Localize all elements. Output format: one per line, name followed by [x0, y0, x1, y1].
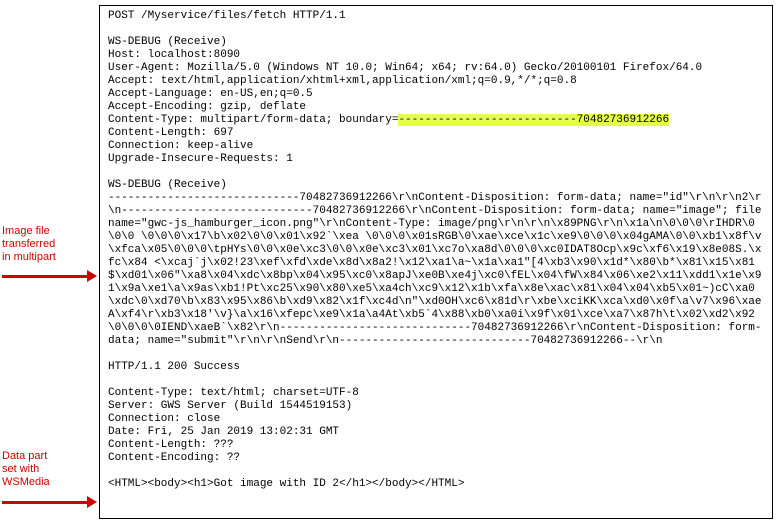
annotation-text: set with — [2, 463, 39, 475]
response-status: HTTP/1.1 200 Success — [108, 361, 240, 373]
debug-header: WS-DEBUG (Receive) — [108, 36, 227, 48]
header-accept: Accept: text/html,application/xhtml+xml,… — [108, 75, 577, 87]
annotation-text: WSMedia — [2, 476, 50, 488]
http-dump: POST /Myservice/files/fetch HTTP/1.1 WS-… — [108, 10, 766, 491]
annotation-multipart: Image file transferred in multipart — [2, 225, 96, 264]
annotation-text: in multipart — [2, 251, 56, 263]
http-dump-box: POST /Myservice/files/fetch HTTP/1.1 WS-… — [99, 5, 773, 519]
annotation-text: transferred — [2, 238, 55, 250]
arrow-icon — [2, 497, 97, 509]
header-content-length: Content-Length: 697 — [108, 127, 233, 139]
header-host: Host: localhost:8090 — [108, 49, 240, 61]
header-connection: Connection: keep-alive — [108, 140, 253, 152]
debug-header: WS-DEBUG (Receive) — [108, 179, 227, 191]
response-server: Server: GWS Server (Build 1544519153) — [108, 400, 352, 412]
header-user-agent: User-Agent: Mozilla/5.0 (Windows NT 10.0… — [108, 62, 702, 74]
header-accept-encoding: Accept-Encoding: gzip, deflate — [108, 101, 306, 113]
response-content-type: Content-Type: text/html; charset=UTF-8 — [108, 387, 359, 399]
response-content-encoding: Content-Encoding: ?? — [108, 452, 240, 464]
response-connection: Connection: close — [108, 413, 220, 425]
request-line: POST /Myservice/files/fetch HTTP/1.1 — [108, 10, 346, 22]
annotation-wsmedia: Data part set with WSMedia — [2, 450, 96, 489]
response-body: <HTML><body><h1>Got image with ID 2</h1>… — [108, 478, 464, 490]
response-content-length: Content-Length: ??? — [108, 439, 233, 451]
header-upgrade: Upgrade-Insecure-Requests: 1 — [108, 153, 293, 165]
arrow-icon — [2, 271, 97, 283]
response-date: Date: Fri, 25 Jan 2019 13:02:31 GMT — [108, 426, 339, 438]
header-content-type-prefix: Content-Type: multipart/form-data; bound… — [108, 114, 398, 126]
header-accept-language: Accept-Language: en-US,en;q=0.5 — [108, 88, 313, 100]
multipart-body: -----------------------------70482736912… — [108, 192, 762, 347]
annotation-text: Image file — [2, 225, 50, 237]
boundary-highlight: ---------------------------7048273691226… — [398, 114, 669, 126]
annotation-text: Data part — [2, 450, 47, 462]
